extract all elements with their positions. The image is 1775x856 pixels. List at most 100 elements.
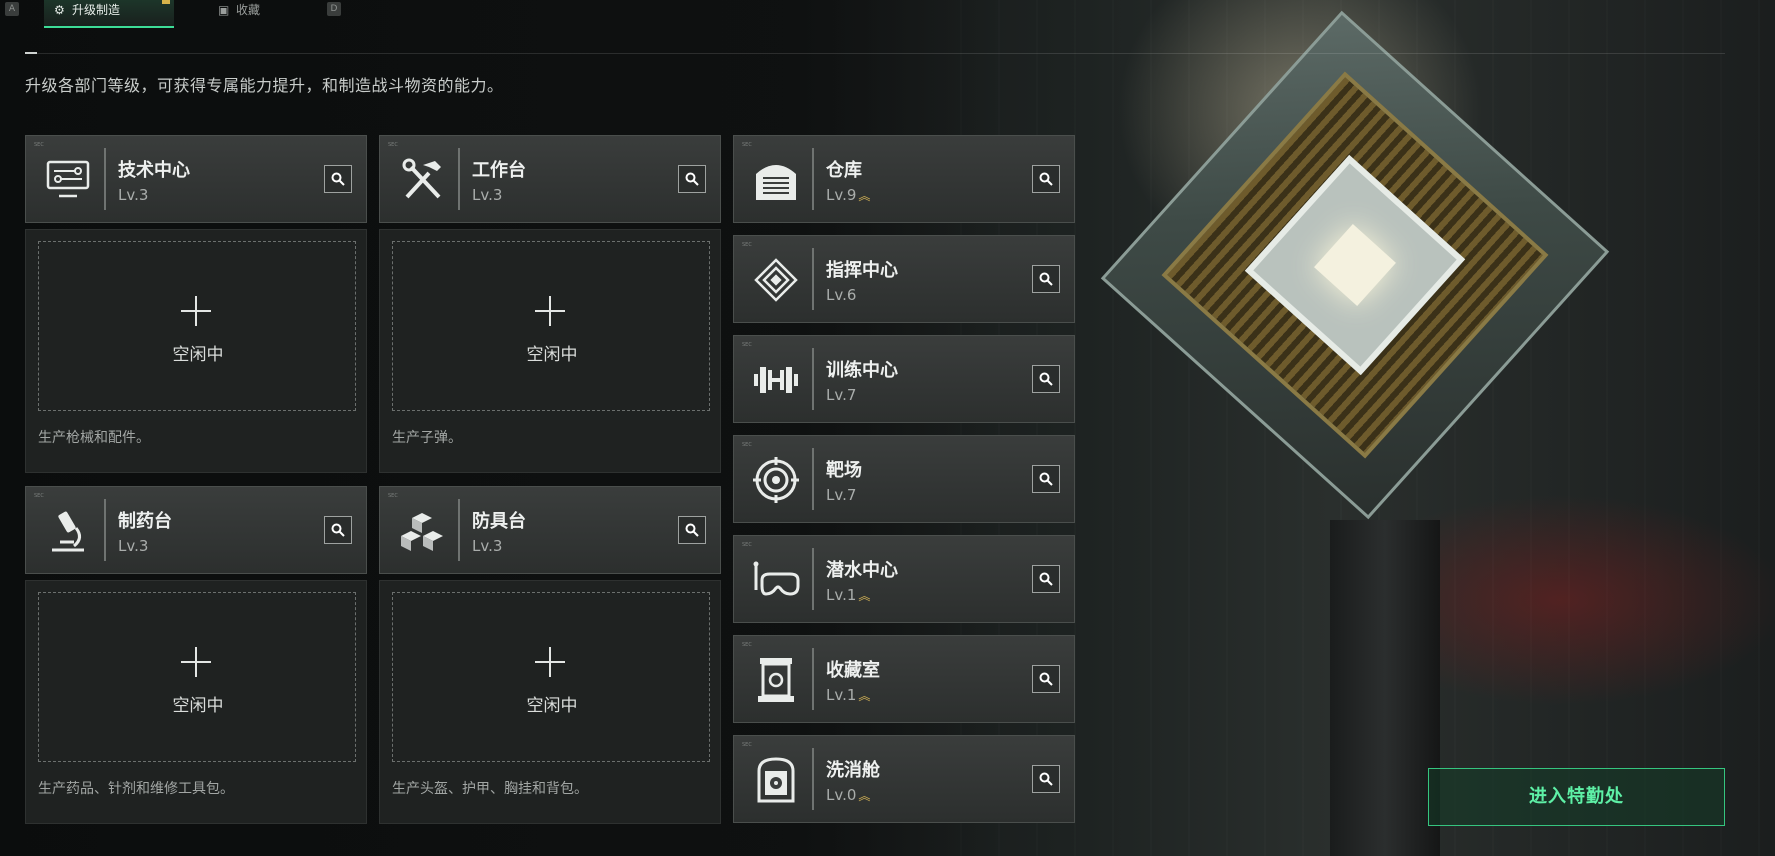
computer-icon: [40, 152, 96, 208]
key-hint-left: A: [5, 2, 19, 16]
craft-slot-panel-pharmacy: 空闲中 生产药品、针剂和维修工具包。: [25, 580, 367, 824]
magnifier-icon: [331, 172, 345, 186]
magnifier-icon: [331, 523, 345, 537]
facility-name: 训练中心: [826, 360, 898, 381]
craft-slot-panel-armor: 空闲中 生产头盔、护甲、胸挂和背包。: [379, 580, 721, 824]
upgrade-arrow-icon: ︽: [858, 689, 871, 703]
top-bar: A ⚙ 升级制造 ▣ 收藏 D: [0, 0, 1775, 30]
page-description: 升级各部门等级，可获得专属能力提升，和制造战斗物资的能力。: [25, 76, 504, 95]
facility-level-row: Lv.1 ︽: [826, 686, 870, 704]
search-button[interactable]: [678, 165, 706, 193]
search-button[interactable]: [1032, 565, 1060, 593]
search-button[interactable]: [1032, 165, 1060, 193]
workshop-description: 生产药品、针剂和维修工具包。: [38, 781, 234, 797]
facility-name: 工作台: [472, 160, 526, 181]
craft-slot[interactable]: 空闲中: [38, 592, 356, 762]
tab-label: 收藏: [236, 3, 261, 17]
upgrade-icon: ⚙: [54, 3, 65, 17]
slot-status: 空闲中: [526, 696, 578, 716]
facility-level: Lv.7: [826, 486, 857, 504]
facility-card-decon-chamber[interactable]: SEC 洗消舱 Lv.0 ︽: [733, 735, 1075, 823]
facility-level: Lv.3: [118, 186, 149, 204]
facility-name: 洗消舱: [826, 760, 880, 781]
craft-slot[interactable]: 空闲中: [392, 592, 710, 762]
enter-special-ops-button[interactable]: 进入特勤处: [1428, 768, 1725, 826]
command-chip-icon: [748, 252, 804, 308]
microscope-icon: [40, 503, 96, 559]
facility-level: Lv.9: [826, 186, 857, 204]
plus-icon: [179, 294, 213, 328]
slot-status: 空闲中: [172, 696, 224, 716]
facility-level: Lv.3: [118, 537, 149, 555]
diving-mask-icon: [748, 552, 804, 608]
decon-chamber-icon: [748, 752, 804, 808]
plus-icon: [533, 294, 567, 328]
workshop-description: 生产头盔、护甲、胸挂和背包。: [392, 781, 588, 797]
magnifier-icon: [685, 172, 699, 186]
facility-level-row: Lv.7: [826, 486, 856, 504]
workshop-card-tech-center[interactable]: SEC 技术中心 Lv.3: [25, 135, 367, 223]
slot-status: 空闲中: [526, 345, 578, 365]
facility-level: Lv.1: [826, 586, 857, 604]
search-button[interactable]: [1032, 665, 1060, 693]
facility-name: 潜水中心: [826, 560, 898, 581]
facility-level-row: Lv.0 ︽: [826, 786, 870, 804]
plus-icon: [533, 645, 567, 679]
target-icon: [748, 452, 804, 508]
tab-label: 升级制造: [72, 3, 121, 17]
facility-level-row: Lv.7: [826, 386, 856, 404]
facility-name: 指挥中心: [826, 260, 898, 281]
magnifier-icon: [1039, 372, 1053, 386]
craft-slot-panel-workbench: 空闲中 生产子弹。: [379, 229, 721, 473]
facility-name: 制药台: [118, 511, 172, 532]
magnifier-icon: [685, 523, 699, 537]
facility-level: Lv.7: [826, 386, 857, 404]
dumbbell-icon: [748, 352, 804, 408]
facility-level-row: Lv.6: [826, 286, 856, 304]
magnifier-icon: [1039, 472, 1053, 486]
facility-name: 靶场: [826, 460, 862, 481]
craft-slot[interactable]: 空闲中: [38, 241, 356, 411]
facility-level-row: Lv.1 ︽: [826, 586, 870, 604]
upgrade-arrow-icon: ︽: [858, 789, 871, 803]
facility-level: Lv.6: [826, 286, 857, 304]
search-button[interactable]: [324, 516, 352, 544]
facility-level: Lv.3: [472, 186, 503, 204]
header-divider: [25, 53, 1725, 54]
tab-upgrade-craft[interactable]: ⚙ 升级制造: [44, 0, 174, 28]
search-button[interactable]: [678, 516, 706, 544]
upgrade-arrow-icon: ︽: [858, 189, 871, 203]
craft-slot-panel-tech-center: 空闲中 生产枪械和配件。: [25, 229, 367, 473]
display-case-icon: [748, 652, 804, 708]
workshop-card-armor[interactable]: SEC 防具台 Lv.3: [379, 486, 721, 574]
search-button[interactable]: [324, 165, 352, 193]
facility-card-command-center[interactable]: SEC 指挥中心 Lv.6: [733, 235, 1075, 323]
slot-status: 空闲中: [172, 345, 224, 365]
search-button[interactable]: [1032, 465, 1060, 493]
search-button[interactable]: [1032, 265, 1060, 293]
facility-card-training-center[interactable]: SEC 训练中心 Lv.7: [733, 335, 1075, 423]
facility-card-diving-center[interactable]: SEC 潜水中心 Lv.1 ︽: [733, 535, 1075, 623]
facility-level: Lv.0: [826, 786, 857, 804]
facility-card-collection-room[interactable]: SEC 收藏室 Lv.1 ︽: [733, 635, 1075, 723]
tools-icon: [394, 152, 450, 208]
tab-notification-marker: [162, 0, 170, 4]
workshop-card-workbench[interactable]: SEC 工作台 Lv.3: [379, 135, 721, 223]
facility-card-shooting-range[interactable]: SEC 靶场 Lv.7: [733, 435, 1075, 523]
magnifier-icon: [1039, 272, 1053, 286]
workshop-card-pharmacy[interactable]: SEC 制药台 Lv.3: [25, 486, 367, 574]
facility-level: Lv.3: [472, 537, 503, 555]
search-button[interactable]: [1032, 365, 1060, 393]
magnifier-icon: [1039, 572, 1053, 586]
tab-collection[interactable]: ▣ 收藏: [208, 0, 304, 28]
collection-icon: ▣: [218, 3, 230, 17]
key-hint-right: D: [327, 2, 341, 16]
facility-name: 防具台: [472, 511, 526, 532]
craft-slot[interactable]: 空闲中: [392, 241, 710, 411]
cubes-icon: [394, 503, 450, 559]
facility-name: 仓库: [826, 160, 862, 181]
facility-card-warehouse[interactable]: SEC 仓库 Lv.9 ︽: [733, 135, 1075, 223]
magnifier-icon: [1039, 772, 1053, 786]
facility-level-row: Lv.9 ︽: [826, 186, 870, 204]
search-button[interactable]: [1032, 765, 1060, 793]
